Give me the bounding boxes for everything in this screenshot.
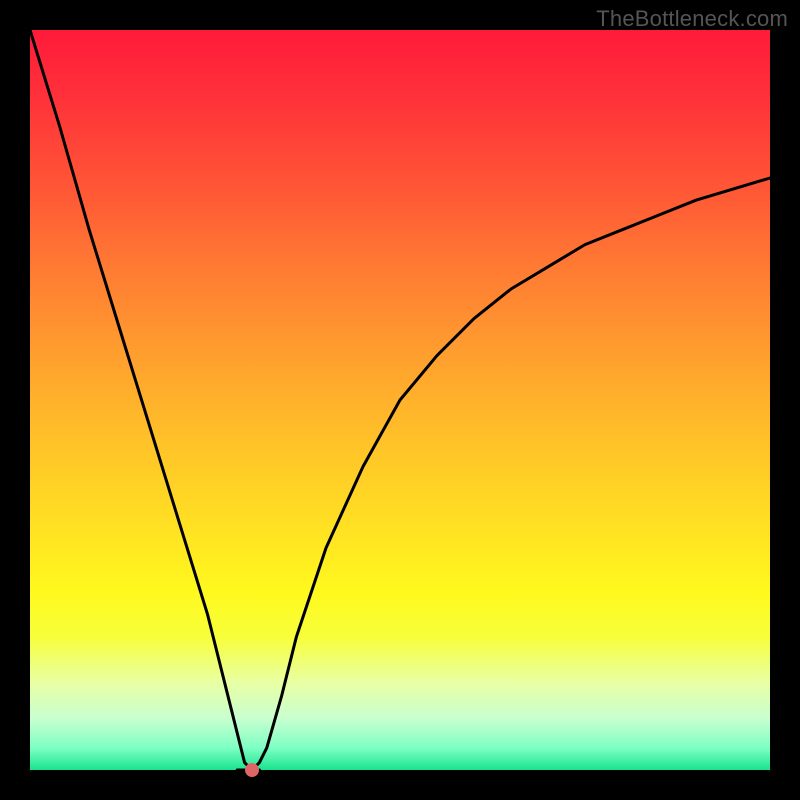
minimum-marker bbox=[245, 763, 259, 777]
bottleneck-curve bbox=[30, 30, 770, 770]
watermark-text: TheBottleneck.com bbox=[596, 6, 788, 32]
curve-layer bbox=[30, 30, 770, 770]
plot-area bbox=[30, 30, 770, 770]
chart-frame: TheBottleneck.com bbox=[0, 0, 800, 800]
